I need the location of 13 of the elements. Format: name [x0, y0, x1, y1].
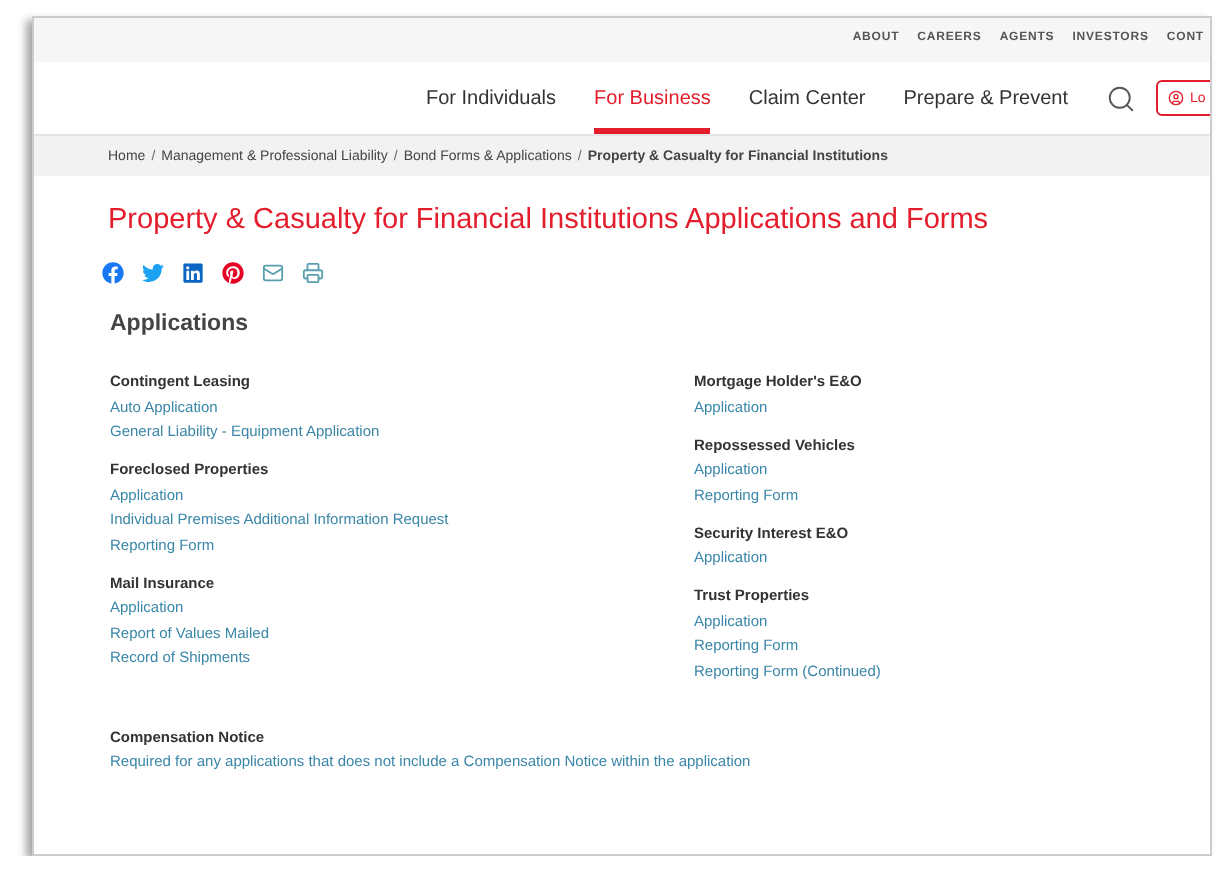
nav-tab[interactable]: Prepare & Prevent: [903, 62, 1069, 134]
facebook-icon[interactable]: [102, 262, 124, 284]
nav-tab[interactable]: For Individuals: [426, 62, 557, 134]
mail-icon[interactable]: [262, 262, 284, 284]
user-icon: [1168, 90, 1185, 106]
section-title: Applications: [110, 312, 251, 336]
page-title: Property & Casualty for Financial Institutions Applications and Forms: [108, 204, 991, 236]
search-icon[interactable]: [1106, 83, 1137, 113]
linkedin-icon[interactable]: [182, 262, 204, 284]
nav-tab[interactable]: Claim Center: [748, 62, 866, 134]
twitter-icon[interactable]: [142, 262, 164, 284]
pinterest-icon[interactable]: [222, 262, 244, 284]
print-icon[interactable]: [302, 262, 324, 284]
